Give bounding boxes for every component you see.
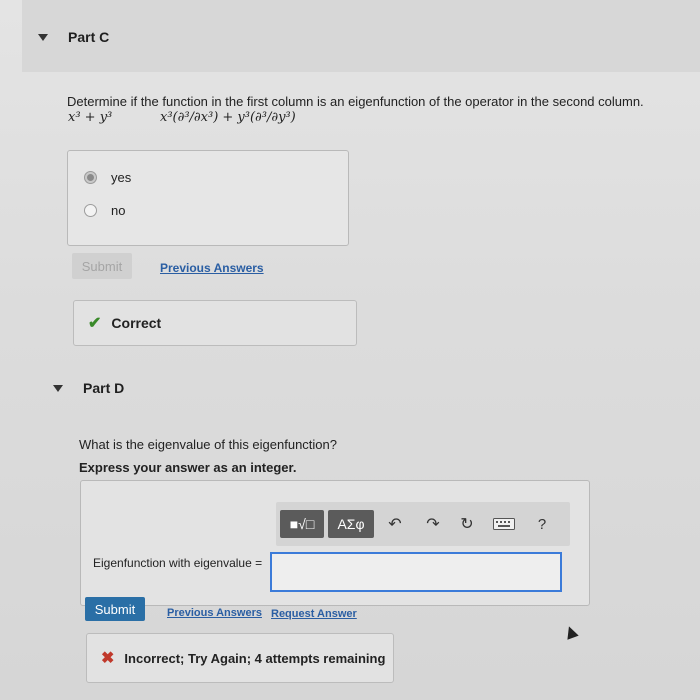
radio-no[interactable]	[84, 204, 97, 217]
part-d-title: Part D	[83, 380, 125, 396]
mouse-cursor-icon	[563, 624, 579, 640]
part-c-feedback: ✔ Correct	[73, 300, 357, 346]
part-c-previous-answers-link[interactable]: Previous Answers	[160, 261, 264, 275]
math-toolbar: ■√□ ΑΣφ ↶ ↷ ↻ ?	[276, 502, 570, 546]
collapse-caret-icon[interactable]	[38, 33, 48, 41]
operator-expression: x³(∂³/∂x³) + y³(∂³/∂y³)	[160, 110, 296, 125]
reset-icon[interactable]: ↻	[456, 510, 478, 538]
choice-yes-label: yes	[111, 170, 132, 185]
choices-box	[67, 150, 349, 246]
choice-yes[interactable]: yes	[84, 170, 131, 185]
x-icon: ✖	[101, 650, 115, 667]
part-d-header[interactable]: Part D	[53, 380, 124, 396]
function-expression: x³ + y³	[68, 110, 113, 125]
part-c-title: Part C	[68, 29, 110, 45]
feedback-text: Incorrect; Try Again; 4 attempts remaini…	[124, 650, 386, 666]
part-d-instruction: Express your answer as an integer.	[79, 460, 297, 475]
templates-button[interactable]: ■√□	[280, 510, 324, 538]
part-c-submit-button[interactable]: Submit	[72, 253, 132, 279]
part-d-submit-button[interactable]: Submit	[85, 597, 145, 621]
collapse-caret-icon[interactable]	[53, 384, 63, 392]
request-answer-link[interactable]: Request Answer	[271, 608, 357, 620]
part-c-header[interactable]: Part C	[38, 29, 109, 45]
eigenvalue-input[interactable]	[270, 552, 562, 592]
keyboard-icon[interactable]	[492, 510, 516, 538]
choice-no[interactable]: no	[84, 203, 125, 218]
help-icon[interactable]: ?	[532, 510, 552, 538]
undo-icon[interactable]: ↶	[384, 510, 406, 538]
part-d-previous-answers-link[interactable]: Previous Answers	[167, 607, 262, 619]
check-icon: ✔	[88, 315, 102, 332]
feedback-text: Correct	[111, 315, 162, 331]
screen: Part C Determine if the function in the …	[0, 0, 700, 700]
choice-no-label: no	[111, 203, 126, 218]
radio-yes[interactable]	[84, 171, 97, 184]
part-d-feedback: ✖ Incorrect; Try Again; 4 attempts remai…	[86, 633, 394, 683]
part-c-header-band	[22, 0, 700, 72]
part-d-question: What is the eigenvalue of this eigenfunc…	[79, 437, 338, 452]
answer-label: Eigenfunction with eigenvalue =	[93, 556, 263, 570]
symbols-button[interactable]: ΑΣφ	[328, 510, 374, 538]
redo-icon[interactable]: ↷	[422, 510, 444, 538]
part-c-question: Determine if the function in the first c…	[67, 94, 644, 109]
